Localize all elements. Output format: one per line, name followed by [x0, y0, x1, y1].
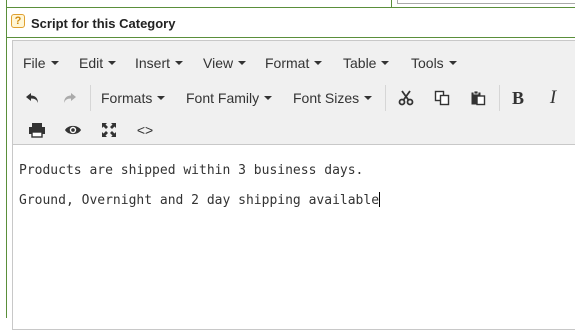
- menu-insert[interactable]: Insert: [135, 55, 184, 71]
- font-family-dropdown[interactable]: Font Family: [186, 83, 273, 113]
- caret-down-icon: [50, 61, 59, 65]
- formats-label: Formats: [101, 90, 153, 106]
- content-paragraph-with-cursor: Ground, Overnight and 2 day shipping ava…: [19, 192, 381, 208]
- section-title: Script for this Category: [31, 16, 176, 31]
- menu-tools[interactable]: Tools: [411, 55, 457, 71]
- section-header: ? Script for this Category: [7, 8, 575, 38]
- code-button[interactable]: <>: [133, 115, 157, 145]
- caret-down-icon: [108, 61, 117, 65]
- toolbar-separator: [499, 85, 500, 111]
- caret-down-icon: [175, 61, 184, 65]
- bold-label: B: [511, 87, 524, 108]
- scissors-icon[interactable]: [394, 83, 418, 113]
- font-family-label: Font Family: [186, 90, 260, 106]
- redo-icon[interactable]: [57, 83, 81, 113]
- font-sizes-label: Font Sizes: [293, 90, 360, 106]
- caret-down-icon: [448, 61, 457, 65]
- menu-format[interactable]: Format: [265, 55, 323, 71]
- menu-view[interactable]: View: [203, 55, 247, 71]
- menu-file[interactable]: File: [23, 55, 59, 71]
- font-sizes-dropdown[interactable]: Font Sizes: [293, 83, 373, 113]
- copy-icon[interactable]: [430, 83, 454, 113]
- toolbar-separator: [90, 85, 91, 111]
- code-label: <>: [136, 122, 154, 138]
- toolbar-row-1: Formats Font Family Font Sizes B I: [13, 83, 575, 113]
- menu-label: Format: [265, 55, 310, 71]
- editor-content-area[interactable]: Products are shipped within 3 business d…: [13, 145, 575, 331]
- caret-down-icon: [238, 61, 247, 65]
- menu-label: File: [23, 55, 46, 71]
- fullscreen-icon[interactable]: [97, 115, 121, 145]
- print-icon[interactable]: [25, 115, 49, 145]
- menu-edit[interactable]: Edit: [79, 55, 117, 71]
- content-paragraph: Products are shipped within 3 business d…: [19, 163, 364, 178]
- rich-text-editor: File Edit Insert View Format Table Tools…: [12, 40, 575, 330]
- paste-icon[interactable]: [466, 83, 490, 113]
- menu-label: View: [203, 55, 234, 71]
- toolbar-row-2: <>: [13, 115, 575, 145]
- editor-toolbar-area: File Edit Insert View Format Table Tools…: [13, 41, 575, 145]
- formats-dropdown[interactable]: Formats: [101, 83, 166, 113]
- menu-table[interactable]: Table: [343, 55, 390, 71]
- caret-down-icon: [264, 96, 273, 100]
- partial-input-field[interactable]: [397, 0, 575, 4]
- text-cursor: [379, 192, 381, 207]
- eye-icon[interactable]: [61, 115, 85, 145]
- menubar: File Edit Insert View Format Table Tools: [13, 41, 575, 83]
- content-paragraph: Ground, Overnight and 2 day shipping ava…: [19, 193, 380, 208]
- undo-icon[interactable]: [21, 83, 45, 113]
- menu-label: Insert: [135, 55, 171, 71]
- toolbar-separator: [385, 85, 386, 111]
- menu-label: Edit: [79, 55, 104, 71]
- caret-down-icon: [314, 61, 323, 65]
- italic-label: I: [549, 87, 557, 108]
- bold-button[interactable]: B: [506, 83, 530, 113]
- menu-label: Table: [343, 55, 377, 71]
- question-icon[interactable]: ?: [11, 14, 25, 28]
- caret-down-icon: [157, 96, 166, 100]
- caret-down-icon: [364, 96, 373, 100]
- caret-down-icon: [381, 61, 390, 65]
- italic-button[interactable]: I: [541, 83, 565, 113]
- menu-label: Tools: [411, 55, 444, 71]
